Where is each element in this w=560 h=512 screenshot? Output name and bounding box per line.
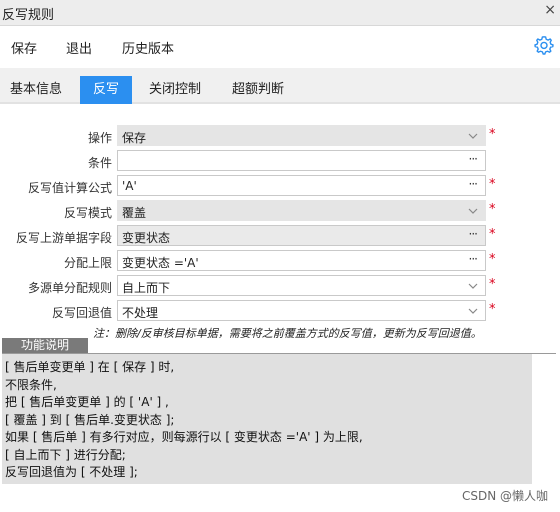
mode-select[interactable]: 覆盖 <box>117 200 486 221</box>
gear-icon[interactable] <box>534 35 554 58</box>
formula-value: 'A' <box>122 179 137 193</box>
watermark: CSDN @懒人咖 <box>461 489 548 503</box>
operation-value: 保存 <box>122 131 147 145</box>
description-tab[interactable]: 功能说明 <box>2 338 88 353</box>
upstream-field-input[interactable]: 变更状态 ··· <box>117 225 486 246</box>
chevron-down-icon[interactable] <box>468 131 478 141</box>
field-label: 反写值计算公式 <box>27 181 112 195</box>
description-line: [ 自上而下 ] 进行分配; <box>5 447 126 462</box>
form-row-upstream-field: 反写上游单据字段 变更状态 ··· * <box>0 225 560 247</box>
required-mark: * <box>489 202 496 217</box>
ellipsis-icon[interactable]: ··· <box>469 177 479 191</box>
title-bar: 反写规则 × <box>0 0 560 26</box>
tab-bar: 基本信息 反写 关闭控制 超额判断 <box>0 68 560 104</box>
ellipsis-icon[interactable]: ··· <box>469 152 479 166</box>
field-label: 条件 <box>87 156 112 170</box>
form-row-multi-source-rule: 多源单分配规则 自上而下 * <box>0 275 560 297</box>
field-label: 多源单分配规则 <box>27 281 112 295</box>
field-label: 分配上限 <box>63 256 112 270</box>
condition-input[interactable]: ··· <box>117 150 486 171</box>
required-mark: * <box>489 277 496 292</box>
form-row-mode: 反写模式 覆盖 * <box>0 200 560 222</box>
description-line: 把 [ 售后单变更单 ] 的 [ 'A' ] , <box>5 395 169 409</box>
required-mark: * <box>489 177 496 192</box>
window-title: 反写规则 <box>2 8 55 23</box>
field-label: 反写上游单据字段 <box>15 231 112 245</box>
exit-button[interactable]: 退出 <box>66 38 92 57</box>
form-row-rollback: 反写回退值 不处理 * <box>0 300 560 322</box>
required-mark: * <box>489 227 496 242</box>
description-line: 反写回退值为 [ 不处理 ]; <box>5 465 138 479</box>
description-line: 如果 [ 售后单 ] 有多行对应，则每源行以 [ 变更状态 ='A' ] 为上限… <box>5 430 363 444</box>
formula-input[interactable]: 'A' ··· <box>117 175 486 196</box>
toolbar: 保存 退出 历史版本 <box>0 26 560 68</box>
field-label: 反写回退值 <box>51 306 112 320</box>
limit-value: 变更状态 ='A' <box>122 256 199 270</box>
required-mark: * <box>489 252 496 267</box>
close-icon[interactable]: × <box>544 2 556 18</box>
tab-close-control[interactable]: 关闭控制 <box>141 76 209 104</box>
operation-select[interactable]: 保存 <box>117 125 486 146</box>
description-line: 不限条件, <box>5 377 57 392</box>
chevron-down-icon[interactable] <box>468 281 478 291</box>
ellipsis-icon[interactable]: ··· <box>469 252 479 266</box>
form-row-limit: 分配上限 变更状态 ='A' ··· * <box>0 250 560 272</box>
required-mark: * <box>489 302 496 317</box>
limit-input[interactable]: 变更状态 ='A' ··· <box>117 250 486 271</box>
ellipsis-icon[interactable]: ··· <box>469 227 479 241</box>
description-panel: [ 售后单变更单 ] 在 [ 保存 ] 时, 不限条件, 把 [ 售后单变更单 … <box>2 354 532 484</box>
required-mark: * <box>489 127 496 142</box>
form-row-operation: 操作 保存 * <box>0 125 560 147</box>
rollback-select[interactable]: 不处理 <box>117 300 486 321</box>
tab-excess-check[interactable]: 超额判断 <box>224 76 292 104</box>
tab-writeback[interactable]: 反写 <box>80 76 132 104</box>
history-version-button[interactable]: 历史版本 <box>122 38 174 57</box>
upstream-field-value: 变更状态 <box>122 231 171 245</box>
form-row-formula: 反写值计算公式 'A' ··· * <box>0 175 560 197</box>
mode-value: 覆盖 <box>122 206 147 220</box>
description-line: [ 售后单变更单 ] 在 [ 保存 ] 时, <box>5 360 175 374</box>
field-label: 操作 <box>87 131 112 145</box>
chevron-down-icon[interactable] <box>468 206 478 216</box>
field-label: 反写模式 <box>63 206 112 220</box>
chevron-down-icon[interactable] <box>468 306 478 316</box>
multi-source-rule-value: 自上而下 <box>122 281 171 295</box>
description-line: [ 覆盖 ] 到 [ 售后单.变更状态 ]; <box>5 412 175 427</box>
rollback-value: 不处理 <box>122 306 159 320</box>
save-button[interactable]: 保存 <box>11 38 37 57</box>
multi-source-rule-select[interactable]: 自上而下 <box>117 275 486 296</box>
form-row-condition: 条件 ··· <box>0 150 560 172</box>
tab-basic-info[interactable]: 基本信息 <box>2 76 70 104</box>
note-text: 注：删除/反审核目标单据，需要将之前覆盖方式的反写值，更新为反写回退值。 <box>93 327 482 340</box>
